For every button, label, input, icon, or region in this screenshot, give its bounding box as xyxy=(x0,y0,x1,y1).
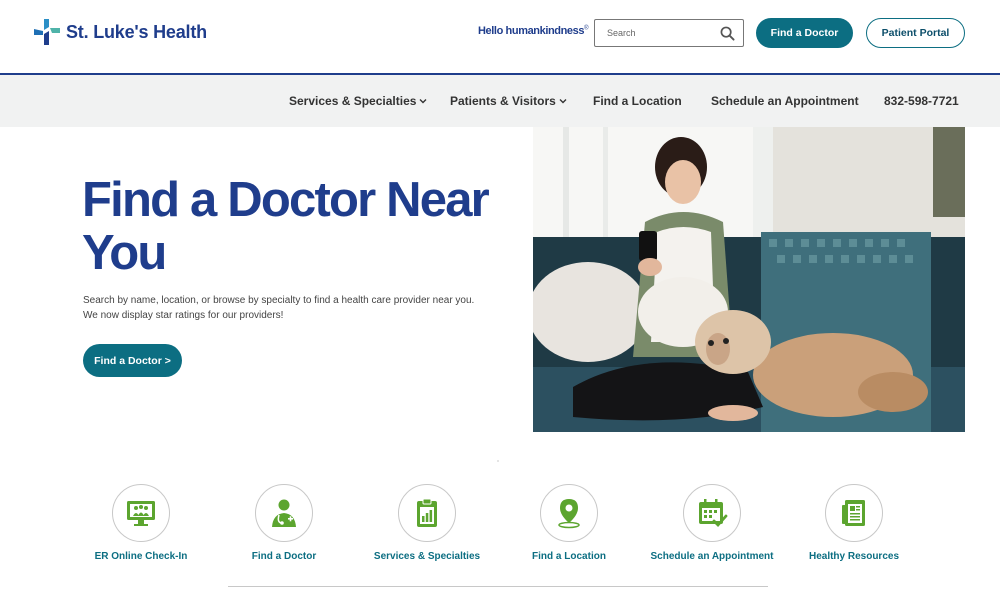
nav-label: 832-598-7721 xyxy=(884,94,959,108)
section-divider xyxy=(228,586,768,587)
quick-link-healthy-resources[interactable]: Healthy Resources xyxy=(783,484,925,562)
nav-item-services[interactable]: Services & Specialties xyxy=(289,94,427,108)
woman-with-phone-and-dog-photo xyxy=(533,127,965,432)
quick-link-er-checkin[interactable]: ER Online Check-In xyxy=(70,484,212,562)
quick-link-label: Healthy Resources xyxy=(808,551,900,562)
cross-logo-icon xyxy=(34,19,60,45)
search-box[interactable] xyxy=(594,19,744,47)
quick-link-label: Schedule an Appointment xyxy=(650,551,774,562)
hero-description: Search by name, location, or browse by s… xyxy=(83,293,503,323)
nav-label: Patients & Visitors xyxy=(450,94,556,108)
quick-link-label: Find a Doctor xyxy=(251,551,317,562)
quick-link-icon-circle xyxy=(398,484,456,542)
calendar-check-icon xyxy=(699,499,728,528)
nav-item-schedule[interactable]: Schedule an Appointment xyxy=(711,94,859,108)
top-header: St. Luke's Health Hello humankindness® F… xyxy=(0,0,1000,75)
quick-link-icon-circle xyxy=(255,484,313,542)
clipboard-chart-icon xyxy=(417,498,437,527)
document-list-icon xyxy=(842,500,865,526)
quick-link-label: Services & Specialties xyxy=(373,551,481,562)
quick-link-schedule[interactable]: Schedule an Appointment xyxy=(641,484,783,562)
hero-photo xyxy=(533,127,965,432)
quick-link-services[interactable]: Services & Specialties xyxy=(356,484,498,562)
quick-link-find-doctor[interactable]: Find a Doctor xyxy=(213,484,355,562)
tagline-trademark: ® xyxy=(584,25,589,32)
search-input[interactable] xyxy=(595,20,713,46)
monitor-people-icon xyxy=(127,501,155,526)
quick-link-label: ER Online Check-In xyxy=(94,551,188,562)
nav-item-patients[interactable]: Patients & Visitors xyxy=(450,94,567,108)
chevron-down-icon xyxy=(419,99,427,104)
chevron-down-icon xyxy=(559,99,567,104)
nav-label: Schedule an Appointment xyxy=(711,94,859,108)
search-icon[interactable] xyxy=(720,26,735,41)
quick-link-icon-circle xyxy=(825,484,883,542)
brand-logo[interactable]: St. Luke's Health xyxy=(32,17,207,47)
nav-label: Find a Location xyxy=(593,94,682,108)
hero-description-line: We now display star ratings for our prov… xyxy=(83,310,284,321)
patient-portal-button[interactable]: Patient Portal xyxy=(866,18,965,48)
nav-label: Services & Specialties xyxy=(289,94,417,108)
quick-link-icon-circle xyxy=(112,484,170,542)
nav-item-location[interactable]: Find a Location xyxy=(593,94,682,108)
hero-find-doctor-button[interactable]: Find a Doctor > xyxy=(83,344,182,377)
page-title: Find a Doctor Near You xyxy=(82,173,490,280)
tagline-text: Hello humankindness xyxy=(478,25,585,37)
brand-name: St. Luke's Health xyxy=(66,21,207,42)
find-doctor-button[interactable]: Find a Doctor xyxy=(756,18,853,48)
doctor-icon xyxy=(272,499,296,527)
nav-item-phone[interactable]: 832-598-7721 xyxy=(884,94,959,108)
map-pin-icon xyxy=(558,499,580,529)
hero-description-line: Search by name, location, or browse by s… xyxy=(83,295,475,306)
carousel-dot[interactable] xyxy=(497,460,499,462)
quick-link-icon-circle xyxy=(540,484,598,542)
main-nav: Services & Specialties Patients & Visito… xyxy=(0,75,1000,127)
quick-link-icon-circle xyxy=(683,484,741,542)
tagline: Hello humankindness® xyxy=(478,25,589,37)
quick-link-location[interactable]: Find a Location xyxy=(498,484,640,562)
quick-link-label: Find a Location xyxy=(532,551,606,562)
